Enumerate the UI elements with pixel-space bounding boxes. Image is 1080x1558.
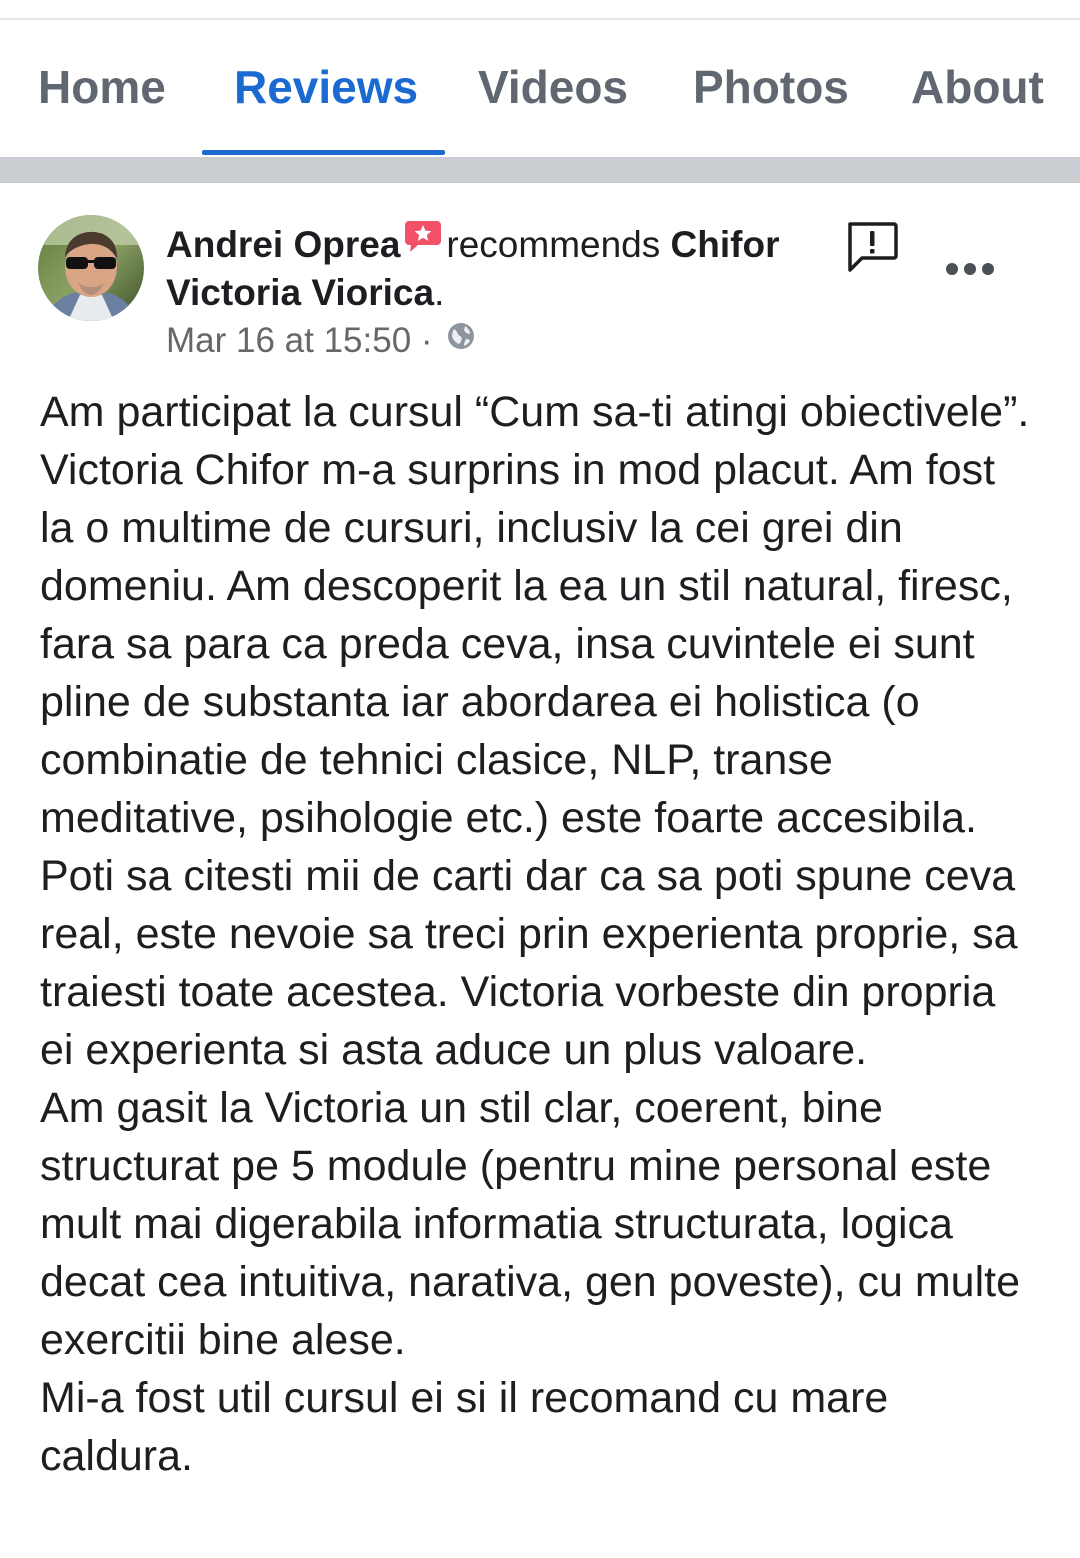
post-timestamp[interactable]: Mar 16 at 15:50 [166,321,411,360]
tab-home[interactable]: Home [38,60,166,114]
tab-reviews[interactable]: Reviews [234,60,418,114]
recommends-text: recommends [446,224,661,265]
page-tab-bar: Home Reviews Videos Photos About [0,20,1080,156]
section-divider [0,157,1080,183]
recommended-page-name-part1[interactable]: Chifor [671,224,780,265]
globe-icon [446,316,476,364]
review-body: Am participat la cursul “Cum sa-ti ating… [40,383,1040,1485]
report-icon[interactable] [845,220,899,279]
tab-videos[interactable]: Videos [478,60,628,114]
header-period: . [434,272,445,313]
meta-separator: · [420,321,433,360]
review-header-line-2: Victoria Viorica. [166,269,444,317]
tab-about[interactable]: About [911,60,1044,114]
recommended-page-name-part2[interactable]: Victoria Viorica [166,272,434,313]
tab-photos[interactable]: Photos [693,60,849,114]
post-meta: Mar 16 at 15:50 · [166,317,476,367]
review-paragraph: Am participat la cursul “Cum sa-ti ating… [40,388,1030,1074]
author-avatar[interactable] [38,215,144,321]
author-name[interactable]: Andrei Oprea [166,224,400,265]
more-options-icon[interactable] [944,261,996,282]
active-tab-indicator [202,150,445,155]
review-post: Andrei Oprea recommends Chifor Victoria V… [0,183,1080,1558]
review-header-line-1: Andrei Oprea recommends Chifor [166,221,779,271]
recommend-badge-icon [404,217,442,265]
review-paragraph: Am gasit la Victoria un stil clar, coere… [40,1084,1020,1364]
review-paragraph: Mi-a fost util cursul ei si il recomand … [40,1374,889,1480]
